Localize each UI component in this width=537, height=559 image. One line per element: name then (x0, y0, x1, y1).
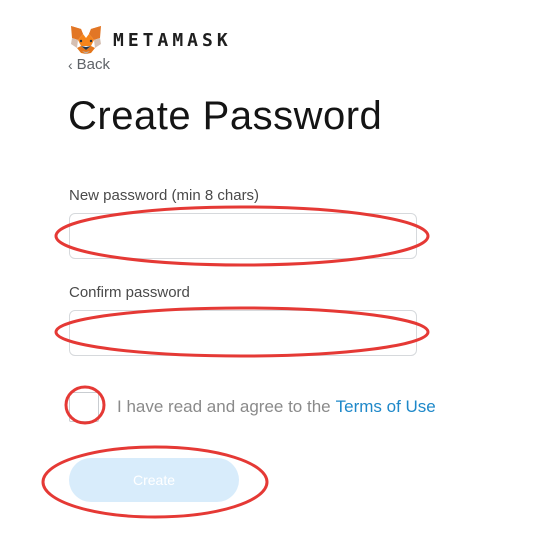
brand-name: METAMASK (113, 29, 232, 51)
create-password-page: METAMASK ‹ Back Create Password New pass… (0, 0, 537, 559)
confirm-password-input[interactable] (69, 310, 417, 356)
back-link[interactable]: ‹ Back (68, 56, 110, 73)
brand-header: METAMASK (69, 24, 232, 56)
terms-checkbox[interactable] (69, 392, 99, 422)
metamask-fox-icon (71, 26, 101, 54)
chevron-left-icon: ‹ (68, 56, 73, 73)
new-password-label: New password (min 8 chars) (69, 187, 260, 204)
confirm-password-label: Confirm password (69, 284, 190, 301)
back-label: Back (76, 56, 111, 73)
terms-agree-row: I have read and agree to the Terms of Use (69, 392, 436, 422)
terms-agree-text: I have read and agree to the (117, 397, 331, 416)
new-password-input[interactable] (69, 213, 417, 259)
terms-agree-text-wrap: I have read and agree to the Terms of Use (117, 397, 436, 417)
create-button[interactable]: Create (69, 458, 239, 502)
terms-of-use-link[interactable]: Terms of Use (336, 397, 436, 416)
page-title: Create Password (68, 94, 383, 138)
